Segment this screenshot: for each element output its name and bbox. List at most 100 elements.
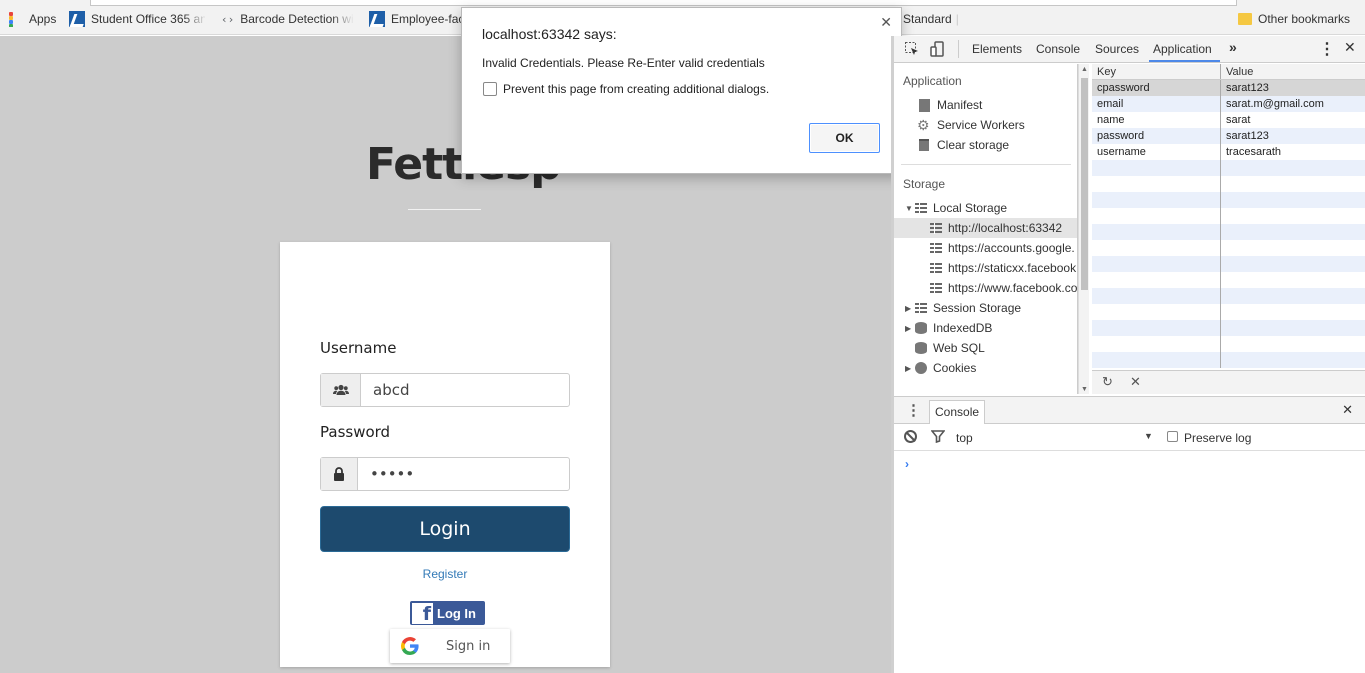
delete-icon[interactable]: ✕ [1130, 374, 1141, 390]
divider [408, 209, 481, 210]
bookmark-employee[interactable]: Employee-fac [369, 11, 461, 27]
sidebar-item-indexeddb[interactable]: ▶ IndexedDB [905, 318, 992, 338]
empty-table-row [1092, 352, 1365, 368]
folder-icon [1238, 13, 1252, 25]
more-tabs-icon[interactable]: » [1229, 39, 1237, 55]
bookmark-favicon-icon [369, 11, 385, 27]
tab-elements[interactable]: Elements [972, 42, 1022, 56]
username-field-group [320, 373, 570, 407]
close-drawer-icon[interactable]: ✕ [1342, 402, 1353, 418]
scrollbar-thumb[interactable] [1081, 78, 1088, 290]
bookmark-student-office[interactable]: Student Office 365 an [69, 11, 205, 27]
sidebar-item-session-storage[interactable]: ▶ Session Storage [905, 298, 1021, 318]
dialog-title: localhost:63342 says: [482, 26, 617, 42]
sidebar-item-origin-staticxx-facebook[interactable]: https://staticxx.facebook [930, 258, 1076, 278]
application-header: Application [903, 74, 962, 88]
inspect-element-icon[interactable] [904, 41, 920, 60]
column-header-value[interactable]: Value [1221, 64, 1365, 79]
sidebar-item-origin-accounts-google[interactable]: https://accounts.google. [930, 238, 1075, 258]
sidebar-item-label: Manifest [937, 98, 983, 112]
grid-icon [930, 282, 942, 294]
drawer-menu-icon[interactable]: ⋮ [906, 401, 921, 419]
bookmark-label: Standard [903, 12, 952, 26]
table-row[interactable]: name sarat [1092, 112, 1365, 128]
tab-sources[interactable]: Sources [1095, 42, 1139, 56]
bookmark-label: Employee-fac [391, 12, 461, 26]
table-row[interactable]: username tracesarath [1092, 144, 1365, 160]
devtools-toolbar: Elements Console Sources Application » ⋮… [894, 36, 1365, 63]
empty-table-row [1092, 160, 1365, 176]
drawer-toolbar: ⋮ Console ✕ [894, 397, 1365, 424]
filter-icon[interactable] [930, 429, 946, 446]
preserve-log-label[interactable]: Preserve log [1184, 431, 1251, 445]
sidebar-item-label: Service Workers [937, 118, 1025, 132]
tab-console-drawer[interactable]: Console [929, 400, 986, 424]
empty-table-row [1092, 336, 1365, 352]
storage-table: Key Value cpassword sarat123 email sarat… [1092, 64, 1365, 370]
row-key: name [1092, 112, 1221, 128]
row-key: email [1092, 96, 1221, 112]
context-selector[interactable]: top [956, 431, 973, 445]
refresh-icon[interactable]: ↻ [1102, 374, 1113, 390]
trash-icon [919, 139, 929, 151]
ok-button[interactable]: OK [809, 123, 880, 153]
column-header-key[interactable]: Key [1092, 64, 1221, 79]
gear-icon: ⚙ [917, 116, 930, 133]
table-row[interactable]: cpassword sarat123 [1092, 80, 1365, 96]
row-value: sarat123 [1226, 82, 1269, 94]
device-toolbar-icon[interactable] [930, 41, 946, 60]
other-bookmarks[interactable]: Other bookmarks [1238, 11, 1350, 27]
password-field-group [320, 457, 570, 491]
empty-table-row [1092, 176, 1365, 192]
devtools-panel: Elements Console Sources Application » ⋮… [891, 36, 1365, 673]
sidebar-item-service-workers[interactable]: ⚙ Service Workers [917, 115, 1025, 135]
bookmark-apps[interactable]: Apps [9, 11, 56, 27]
bookmark-barcode-detection[interactable]: ‹› Barcode Detection wi [221, 11, 356, 27]
empty-table-row [1092, 288, 1365, 304]
login-button[interactable]: Login [320, 506, 570, 552]
sidebar-item-label: Clear storage [937, 138, 1010, 152]
sidebar-item-cookies[interactable]: ▶ Cookies [905, 358, 976, 378]
sidebar-item-label: https://www.facebook.co [948, 281, 1078, 295]
sidebar-scrollbar[interactable]: ▲ ▼ [1078, 64, 1089, 394]
username-input[interactable] [361, 374, 569, 406]
facebook-login-button[interactable]: f Log In [410, 601, 485, 625]
grid-icon [915, 202, 927, 214]
sidebar-item-origin-www-facebook[interactable]: https://www.facebook.co [930, 278, 1077, 298]
register-link[interactable]: Register [280, 567, 610, 581]
sidebar-item-origin-localhost[interactable]: http://localhost:63342 [894, 218, 1077, 238]
table-row[interactable]: password sarat123 [1092, 128, 1365, 144]
sidebar-item-websql[interactable]: Web SQL [915, 338, 985, 358]
sidebar-item-manifest[interactable]: Manifest [919, 95, 982, 115]
grid-icon [915, 302, 927, 314]
grid-icon [930, 222, 942, 234]
kebab-menu-icon[interactable]: ⋮ [1319, 39, 1335, 59]
close-icon[interactable]: ✕ [880, 14, 892, 31]
lock-icon [321, 458, 358, 490]
bookmark-standard[interactable]: Standard | [903, 11, 959, 27]
application-sidebar: Application Manifest ⚙ Service Workers C… [894, 64, 1078, 394]
preserve-log-checkbox[interactable] [1167, 431, 1178, 442]
sidebar-item-label: https://staticxx.facebook [948, 261, 1077, 275]
clear-console-icon[interactable] [904, 430, 917, 443]
prevent-dialogs-label[interactable]: Prevent this page from creating addition… [503, 82, 769, 96]
chevron-down-icon[interactable]: ▼ [1144, 431, 1153, 441]
console-prompt[interactable]: › [905, 457, 909, 471]
scroll-up-icon[interactable]: ▲ [1081, 66, 1088, 73]
empty-table-row [1092, 272, 1365, 288]
google-signin-button[interactable]: Sign in [390, 629, 510, 663]
prevent-dialogs-checkbox[interactable] [483, 82, 497, 96]
storage-header: Storage [903, 177, 946, 191]
active-tab-indicator [1149, 60, 1220, 62]
tab-console[interactable]: Console [1036, 42, 1080, 56]
sidebar-item-clear-storage[interactable]: Clear storage [919, 135, 1009, 155]
scroll-down-icon[interactable]: ▼ [1081, 386, 1088, 393]
sidebar-item-local-storage[interactable]: ▼ Local Storage [905, 198, 1007, 218]
omnibox-edge [90, 0, 1237, 6]
close-devtools-icon[interactable]: ✕ [1344, 39, 1356, 56]
password-input[interactable] [358, 458, 569, 490]
empty-rows [1092, 160, 1365, 368]
tab-application[interactable]: Application [1153, 42, 1212, 56]
row-value: sarat [1226, 114, 1251, 126]
table-row[interactable]: email sarat.m@gmail.com [1092, 96, 1365, 112]
